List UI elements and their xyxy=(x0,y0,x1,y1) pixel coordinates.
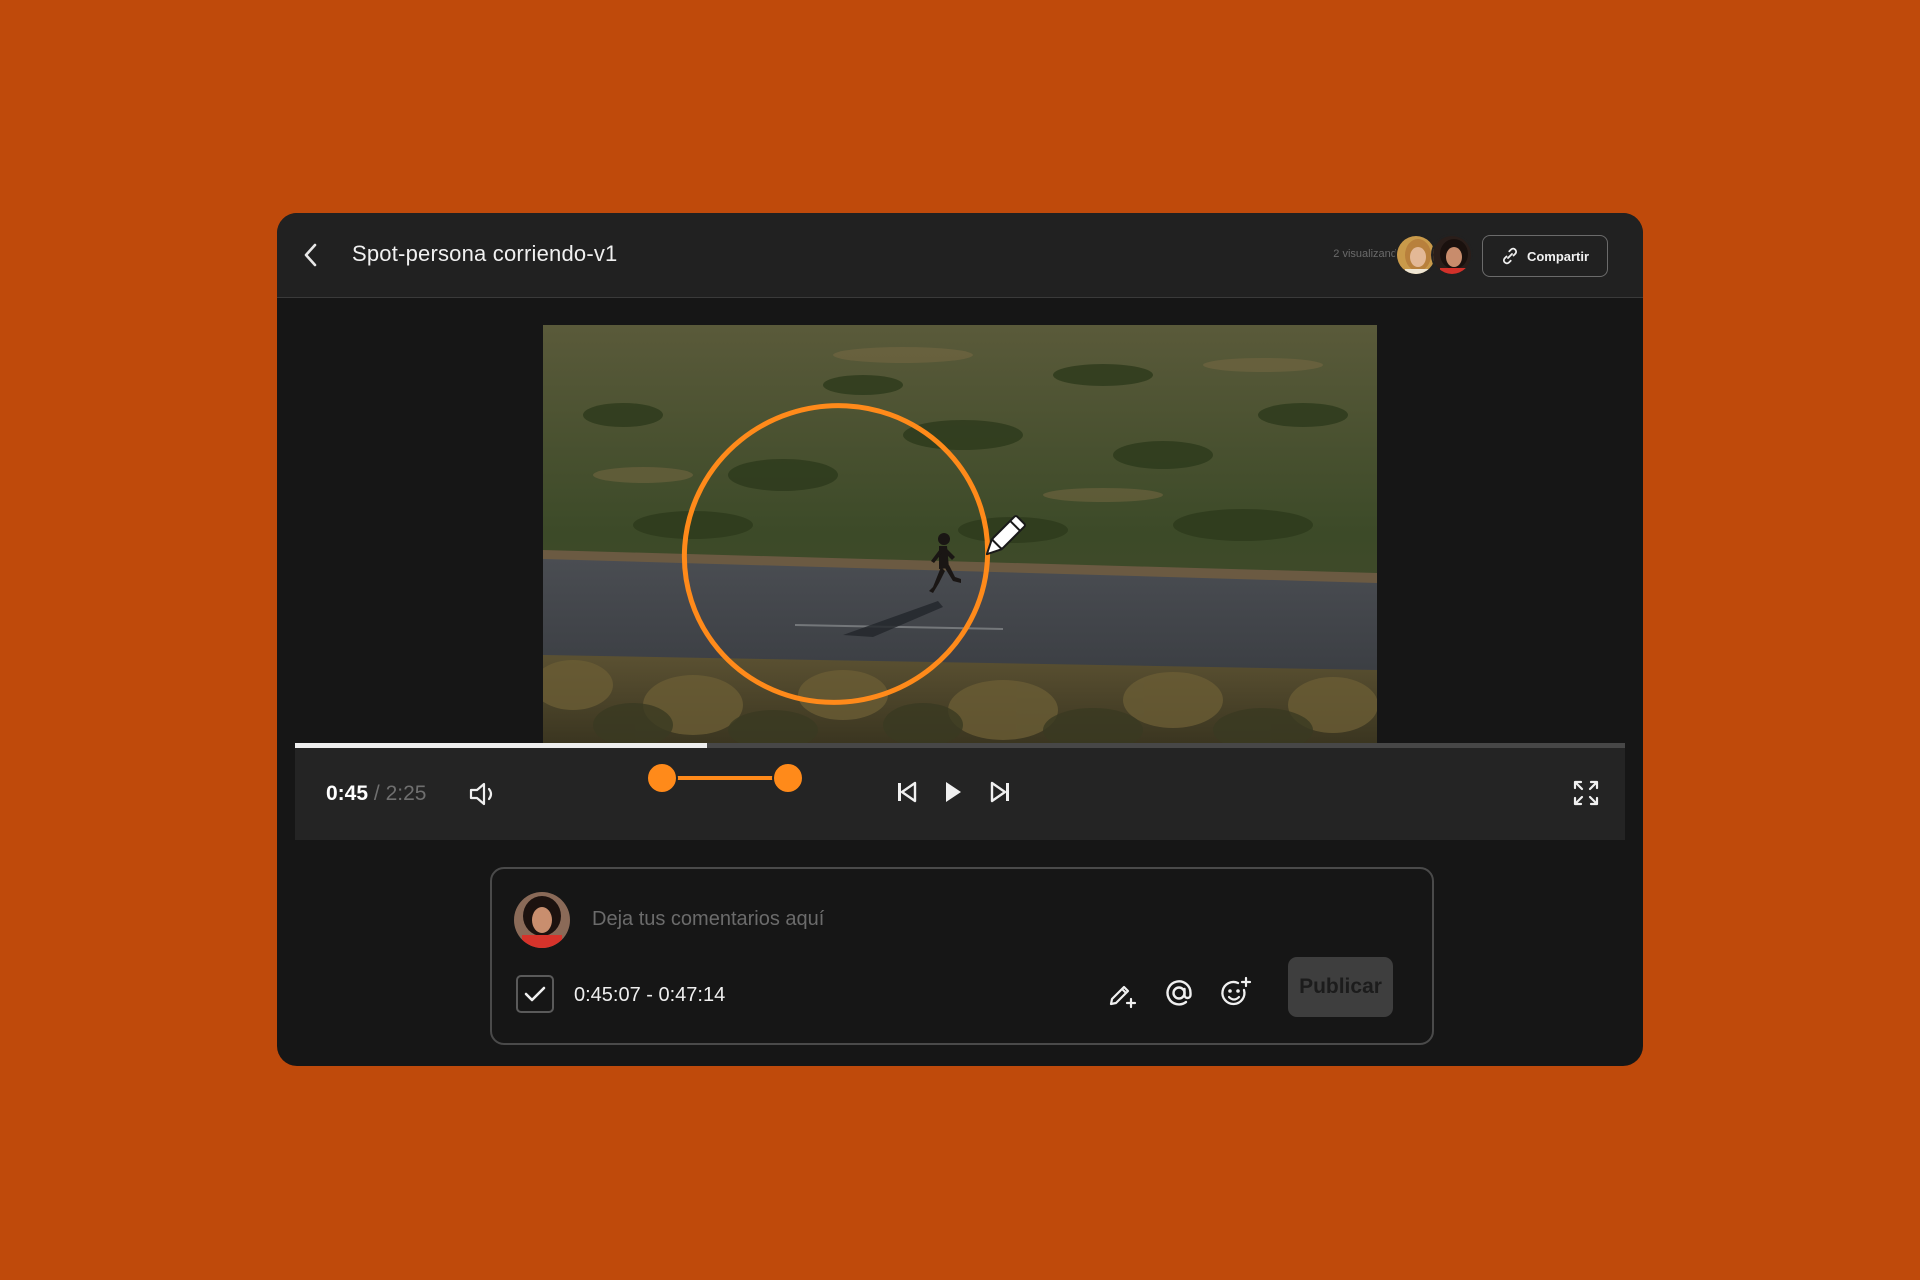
link-icon xyxy=(1502,247,1517,265)
time-display: 0:45 / 2:25 xyxy=(326,782,426,806)
fullscreen-icon xyxy=(1573,780,1599,806)
play-button[interactable] xyxy=(942,778,964,811)
share-button[interactable]: Compartir xyxy=(1482,235,1608,277)
previous-frame-icon xyxy=(898,781,917,803)
viewers-count: 2 visualizando xyxy=(1333,248,1403,260)
emoji-add-icon xyxy=(1221,976,1252,1006)
page-title: Spot-persona corriendo-v1 xyxy=(352,241,618,266)
selection-range xyxy=(646,748,804,794)
back-button[interactable] xyxy=(291,235,331,275)
time-separator: / xyxy=(373,782,380,805)
comment-box: 0:45:07 - 0:47:14 Publicar xyxy=(490,867,1434,1045)
range-start-handle[interactable] xyxy=(646,762,678,794)
time-range-checkbox[interactable] xyxy=(516,975,554,1013)
range-end-handle[interactable] xyxy=(772,762,804,794)
title-bar: Spot-persona corriendo-v1 2 visualizando xyxy=(277,213,1643,298)
player-controls: 0:45 / 2:25 xyxy=(295,748,1625,840)
mention-button[interactable] xyxy=(1159,973,1199,1013)
next-frame-button[interactable] xyxy=(986,778,1012,811)
at-mention-icon xyxy=(1166,980,1192,1006)
draw-annotation-button[interactable] xyxy=(1102,973,1142,1013)
video-frame[interactable] xyxy=(543,325,1377,745)
video-still xyxy=(543,325,1377,745)
comment-input[interactable] xyxy=(592,899,1372,939)
duration: 2:25 xyxy=(385,782,427,805)
selection-range-line xyxy=(662,776,788,780)
pencil-plus-icon xyxy=(1109,985,1137,1009)
avatar[interactable] xyxy=(1431,234,1473,276)
time-range-label: 0:45:07 - 0:47:14 xyxy=(574,984,726,1006)
chevron-left-icon xyxy=(304,243,317,267)
fullscreen-button[interactable] xyxy=(1571,778,1601,813)
avatar-image xyxy=(514,892,570,948)
publish-button[interactable]: Publicar xyxy=(1288,957,1393,1017)
share-label: Compartir xyxy=(1526,248,1590,264)
next-frame-icon xyxy=(990,781,1009,803)
volume-icon xyxy=(469,782,493,806)
play-icon xyxy=(946,782,961,802)
avatar-image xyxy=(1433,236,1471,274)
avatar xyxy=(514,892,570,948)
current-time: 0:45 xyxy=(326,782,369,805)
check-icon xyxy=(524,986,546,1002)
video-review-window: Spot-persona corriendo-v1 2 visualizando xyxy=(277,213,1643,1066)
add-emoji-button[interactable] xyxy=(1216,973,1256,1013)
previous-frame-button[interactable] xyxy=(895,778,921,811)
volume-button[interactable] xyxy=(468,780,500,813)
